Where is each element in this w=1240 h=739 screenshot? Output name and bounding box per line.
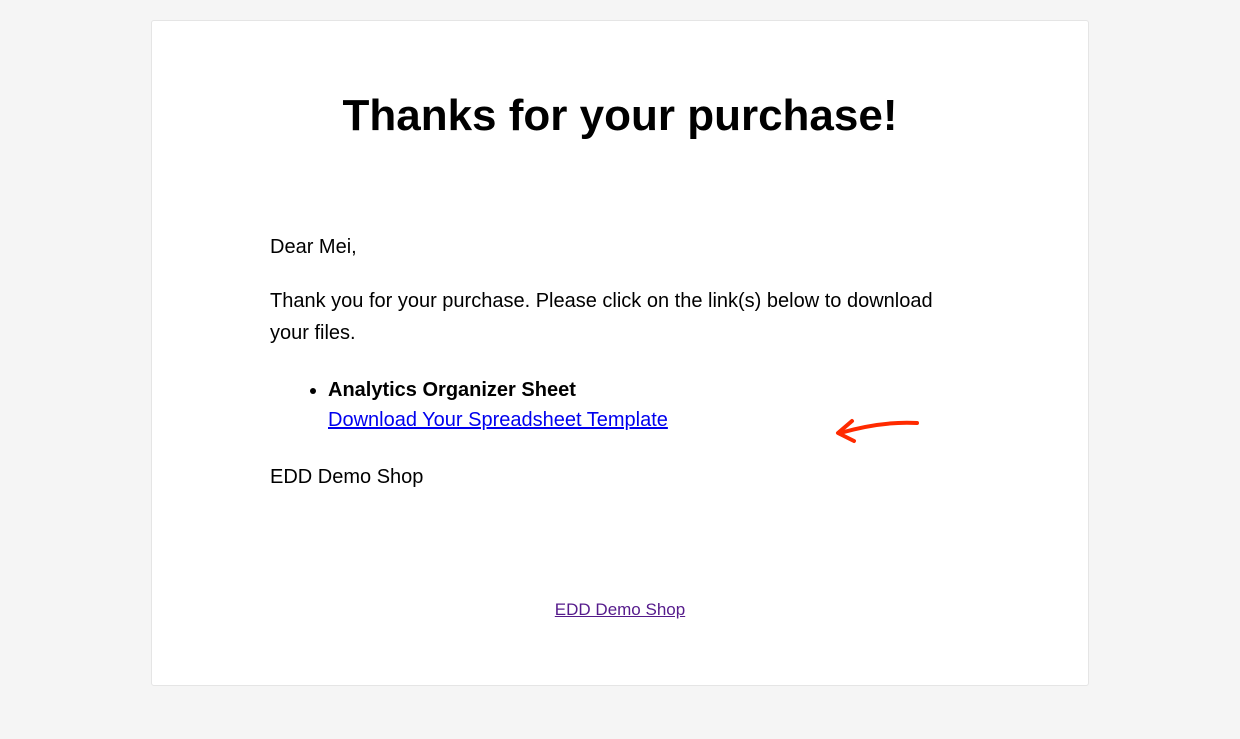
intro-text: Thank you for your purchase. Please clic…: [270, 285, 970, 349]
email-body: Dear Mei, Thank you for your purchase. P…: [270, 231, 970, 625]
product-list: Analytics Organizer Sheet Download Your …: [270, 375, 970, 435]
download-link[interactable]: Download Your Spreadsheet Template: [328, 409, 668, 431]
list-item: Analytics Organizer Sheet Download Your …: [328, 375, 970, 435]
footer-shop-link[interactable]: EDD Demo Shop: [555, 600, 685, 619]
signoff-text: EDD Demo Shop: [270, 461, 970, 493]
page-title: Thanks for your purchase!: [192, 91, 1048, 141]
product-name: Analytics Organizer Sheet: [328, 379, 576, 401]
footer: EDD Demo Shop: [270, 593, 970, 625]
email-container: Thanks for your purchase! Dear Mei, Than…: [151, 20, 1089, 686]
greeting-text: Dear Mei,: [270, 231, 970, 263]
